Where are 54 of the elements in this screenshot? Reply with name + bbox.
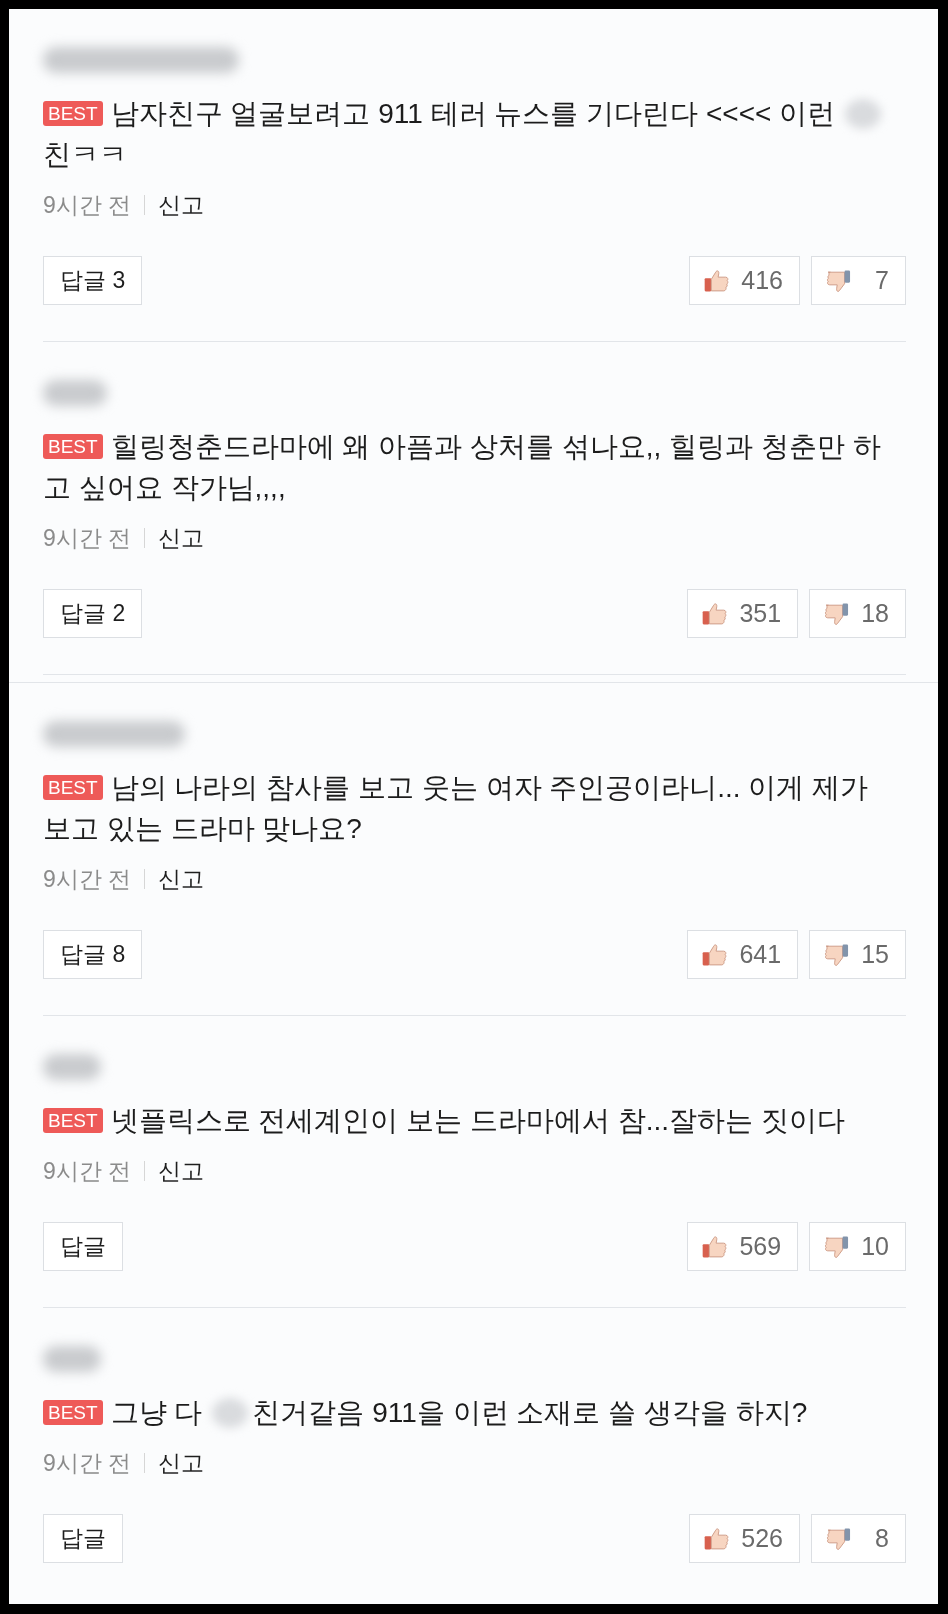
blurred-username [43, 1054, 101, 1080]
thumbs-down-icon [824, 602, 850, 625]
comment-time: 9시간 전 [43, 190, 132, 220]
thumbs-down-icon [824, 943, 850, 966]
comment-text: 남자친구 얼굴보려고 911 테러 뉴스를 기다린다 <<<< 이런 [110, 96, 836, 131]
best-badge: BEST [43, 434, 103, 459]
comment-text: 고 싶어요 작가님,,,, [43, 470, 286, 505]
comment-text: 친ㅋㅋ [43, 137, 127, 172]
dislike-button[interactable]: 8 [811, 1514, 906, 1563]
best-badge: BEST [43, 1400, 103, 1425]
like-button[interactable]: 416 [689, 256, 800, 305]
reply-button[interactable]: 답글 8 [43, 930, 143, 979]
best-badge: BEST [43, 775, 103, 800]
blurred-username [43, 380, 107, 406]
thumbs-down-icon [826, 1527, 851, 1550]
comment-text: 힐링청춘드라마에 왜 아픔과 상처를 섞나요,, 힐링과 청춘만 하 [110, 429, 881, 464]
report-link[interactable]: 신고 [158, 863, 205, 895]
comment-text: 친거같음 911을 이런 소재로 쓸 생각을 하지? [252, 1395, 808, 1430]
thumbs-down-icon [826, 269, 851, 292]
thumbs-up-icon [702, 943, 728, 966]
like-button[interactable]: 569 [687, 1222, 799, 1271]
thumbs-up-icon [704, 269, 730, 292]
blurred-word [845, 98, 882, 129]
comment-text: 넷플릭스로 전세계인이 보는 드라마에서 참...잘하는 짓이다 [110, 1103, 845, 1138]
report-link[interactable]: 신고 [158, 522, 205, 554]
report-link[interactable]: 신고 [158, 1155, 205, 1187]
comment-time: 9시간 전 [43, 523, 132, 553]
dislike-button[interactable]: 7 [811, 256, 906, 305]
best-badge: BEST [43, 1108, 103, 1133]
thumbs-up-icon [702, 602, 728, 625]
comment-text: 보고 있는 드라마 맞나요? [43, 811, 362, 846]
thumbs-up-icon [704, 1527, 730, 1550]
dislike-button[interactable]: 15 [809, 930, 906, 979]
report-link[interactable]: 신고 [158, 1447, 205, 1479]
dislike-button[interactable]: 10 [809, 1222, 906, 1271]
comment-time: 9시간 전 [43, 1156, 132, 1186]
reply-button[interactable]: 답글 2 [43, 589, 143, 638]
comment-text: 그냥 다 [110, 1395, 203, 1430]
comment-time: 9시간 전 [43, 864, 132, 894]
best-badge: BEST [43, 101, 103, 126]
reply-button[interactable]: 답글 3 [43, 256, 143, 305]
thumbs-up-icon [702, 1235, 728, 1258]
report-link[interactable]: 신고 [158, 189, 205, 221]
dislike-button[interactable]: 18 [809, 589, 906, 638]
comment-text: 남의 나라의 참사를 보고 웃는 여자 주인공이라니... 이게 제가 [110, 770, 869, 805]
like-button[interactable]: 641 [687, 930, 799, 979]
blurred-word [212, 1397, 249, 1428]
like-button[interactable]: 351 [687, 589, 799, 638]
reply-button[interactable]: 답글 [43, 1514, 123, 1563]
like-button[interactable]: 526 [689, 1514, 800, 1563]
comment-time: 9시간 전 [43, 1448, 132, 1478]
reply-button[interactable]: 답글 [43, 1222, 123, 1271]
blurred-username [43, 1346, 101, 1372]
thumbs-down-icon [824, 1235, 850, 1258]
